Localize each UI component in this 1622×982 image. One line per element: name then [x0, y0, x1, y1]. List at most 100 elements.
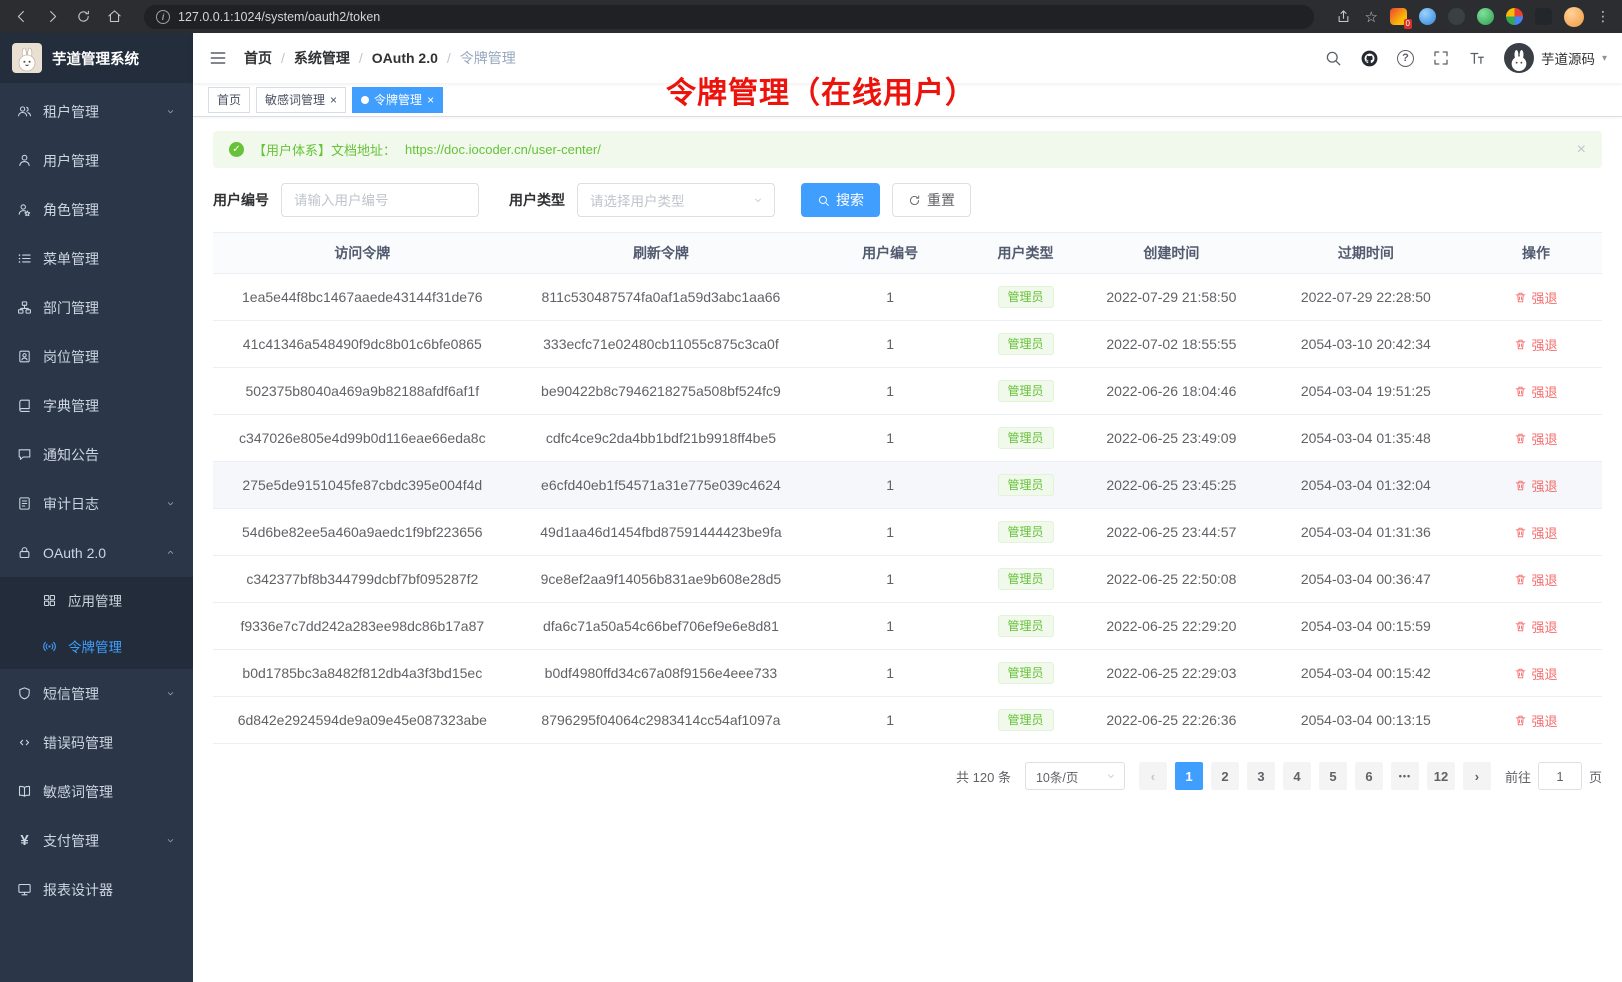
- font-size-icon[interactable]: [1468, 49, 1486, 67]
- sidebar-item-notice[interactable]: 通知公告: [0, 430, 193, 479]
- user-type-select[interactable]: 请选择用户类型: [577, 183, 775, 217]
- sidebar-item-role[interactable]: 角色管理: [0, 185, 193, 234]
- table-row[interactable]: b0d1785bc3a8482f812db4a3f3bd15ec b0df498…: [213, 650, 1602, 697]
- goto-page-input[interactable]: [1538, 762, 1582, 790]
- table-row[interactable]: c347026e805e4d99b0d116eae66eda8c cdfc4ce…: [213, 415, 1602, 462]
- search-icon[interactable]: [1324, 49, 1342, 67]
- table-row[interactable]: 6d842e2924594de9a09e45e087323abe 8796295…: [213, 697, 1602, 744]
- sidebar-item-dept[interactable]: 部门管理: [0, 283, 193, 332]
- breadcrumb-home[interactable]: 首页: [244, 48, 272, 68]
- user-menu[interactable]: 芋道源码 ▾: [1504, 43, 1607, 73]
- browser-back-button[interactable]: [12, 8, 30, 26]
- expire-time-cell: 2054-03-04 01:31:36: [1262, 509, 1470, 556]
- user-type-cell: 管理员: [970, 509, 1081, 556]
- extension-icon-pinwheel[interactable]: [1506, 8, 1523, 25]
- sidebar-item-oauth-token[interactable]: 令牌管理: [0, 623, 193, 669]
- table-row[interactable]: 41c41346a548490f9dc8b01c6bfe0865 333ecfc…: [213, 321, 1602, 368]
- sidebar-item-audit-log[interactable]: 审计日志: [0, 479, 193, 528]
- breadcrumb-system[interactable]: 系统管理: [294, 48, 350, 68]
- extension-icon-dark[interactable]: [1448, 8, 1465, 25]
- access-token-cell: 1ea5e44f8bc1467aaede43144f31de76: [213, 274, 512, 321]
- reset-button[interactable]: 重置: [892, 183, 971, 217]
- org-tree-icon: [17, 300, 32, 315]
- extension-icon-red[interactable]: 0: [1390, 8, 1407, 25]
- force-logout-button[interactable]: 强退: [1514, 617, 1557, 636]
- force-logout-button[interactable]: 强退: [1514, 570, 1557, 589]
- close-icon[interactable]: ×: [330, 94, 337, 106]
- app-logo[interactable]: 芋道管理系统: [0, 33, 193, 83]
- table-row[interactable]: 1ea5e44f8bc1467aaede43144f31de76 811c530…: [213, 274, 1602, 321]
- page-button-1[interactable]: 1: [1175, 762, 1203, 790]
- sidebar-item-post[interactable]: 岗位管理: [0, 332, 193, 381]
- page-button-last[interactable]: 12: [1427, 762, 1455, 790]
- sidebar-item-pay[interactable]: ¥ 支付管理: [0, 816, 193, 865]
- user-id-input[interactable]: [281, 183, 479, 217]
- extension-icon-blue[interactable]: [1419, 8, 1436, 25]
- next-page-button[interactable]: ›: [1463, 762, 1491, 790]
- sidebar-item-dict[interactable]: 字典管理: [0, 381, 193, 430]
- page-button-6[interactable]: 6: [1355, 762, 1383, 790]
- sidebar-item-error-code[interactable]: 错误码管理: [0, 718, 193, 767]
- table-row[interactable]: f9336e7c7dd242a283ee98dc86b17a87 dfa6c71…: [213, 603, 1602, 650]
- tab-home[interactable]: 首页: [208, 87, 250, 113]
- force-logout-button[interactable]: 强退: [1514, 476, 1557, 495]
- search-button[interactable]: 搜索: [801, 183, 880, 217]
- sidebar-item-oauth[interactable]: OAuth 2.0: [0, 528, 193, 577]
- address-bar[interactable]: i 127.0.0.1:1024/system/oauth2/token: [144, 5, 1314, 29]
- browser-home-button[interactable]: [105, 8, 123, 26]
- app-title: 芋道管理系统: [52, 48, 139, 69]
- page-size-select[interactable]: 10条/页: [1025, 762, 1125, 790]
- browser-forward-button[interactable]: [43, 8, 61, 26]
- force-logout-button[interactable]: 强退: [1514, 288, 1557, 307]
- sidebar-item-label: 部门管理: [43, 298, 176, 318]
- help-icon[interactable]: ?: [1397, 50, 1414, 67]
- sidebar-item-oauth-app[interactable]: 应用管理: [0, 577, 193, 623]
- close-icon[interactable]: ×: [427, 94, 434, 106]
- page-ellipsis-button[interactable]: •••: [1391, 762, 1419, 790]
- sidebar-item-tenant[interactable]: 租户管理: [0, 87, 193, 136]
- action-cell: 强退: [1470, 368, 1602, 415]
- table-row[interactable]: c342377bf8b344799dcbf7bf095287f2 9ce8ef2…: [213, 556, 1602, 603]
- alert-close-icon[interactable]: ×: [1577, 141, 1586, 159]
- doc-link[interactable]: https://doc.iocoder.cn/user-center/: [405, 142, 601, 157]
- github-icon[interactable]: [1360, 49, 1379, 68]
- user-type-cell: 管理员: [970, 274, 1081, 321]
- page-button-4[interactable]: 4: [1283, 762, 1311, 790]
- site-info-icon[interactable]: i: [156, 10, 170, 24]
- force-logout-button[interactable]: 强退: [1514, 664, 1557, 683]
- delete-icon: [1514, 338, 1527, 351]
- browser-reload-button[interactable]: [74, 8, 92, 26]
- bookmark-star-icon[interactable]: ☆: [1365, 8, 1378, 26]
- table-row[interactable]: 502375b8040a469a9b82188afdf6af1f be90422…: [213, 368, 1602, 415]
- hamburger-icon[interactable]: [208, 48, 228, 68]
- sidebar-item-report-designer[interactable]: 报表设计器: [0, 865, 193, 914]
- table-row[interactable]: 54d6be82ee5a460a9aedc1f9bf223656 49d1aa4…: [213, 509, 1602, 556]
- log-document-icon: [17, 496, 32, 511]
- force-logout-button[interactable]: 强退: [1514, 335, 1557, 354]
- force-logout-button[interactable]: 强退: [1514, 523, 1557, 542]
- access-token-cell: 502375b8040a469a9b82188afdf6af1f: [213, 368, 512, 415]
- breadcrumb-oauth[interactable]: OAuth 2.0: [372, 50, 438, 66]
- page-button-3[interactable]: 3: [1247, 762, 1275, 790]
- user-id-cell: 1: [810, 603, 970, 650]
- page-button-2[interactable]: 2: [1211, 762, 1239, 790]
- sidebar-item-user[interactable]: 用户管理: [0, 136, 193, 185]
- goto-label: 前往: [1505, 767, 1531, 786]
- tab-sensitive-word[interactable]: 敏感词管理 ×: [256, 87, 346, 113]
- prev-page-button[interactable]: ‹: [1139, 762, 1167, 790]
- tab-token[interactable]: 令牌管理 ×: [352, 87, 443, 113]
- extension-icon-green[interactable]: [1477, 8, 1494, 25]
- force-logout-button[interactable]: 强退: [1514, 429, 1557, 448]
- sidebar-item-menu[interactable]: 菜单管理: [0, 234, 193, 283]
- share-icon[interactable]: [1335, 8, 1353, 26]
- fullscreen-icon[interactable]: [1432, 49, 1450, 67]
- browser-menu-icon[interactable]: ⋮: [1596, 8, 1610, 25]
- table-row[interactable]: 275e5de9151045fe87cbdc395e004f4d e6cfd40…: [213, 462, 1602, 509]
- sidebar-item-sms[interactable]: 短信管理: [0, 669, 193, 718]
- browser-profile-avatar[interactable]: [1564, 7, 1584, 27]
- force-logout-button[interactable]: 强退: [1514, 711, 1557, 730]
- extension-icon-square[interactable]: [1535, 8, 1552, 25]
- force-logout-button[interactable]: 强退: [1514, 382, 1557, 401]
- sidebar-item-sensitive-word[interactable]: 敏感词管理: [0, 767, 193, 816]
- page-button-5[interactable]: 5: [1319, 762, 1347, 790]
